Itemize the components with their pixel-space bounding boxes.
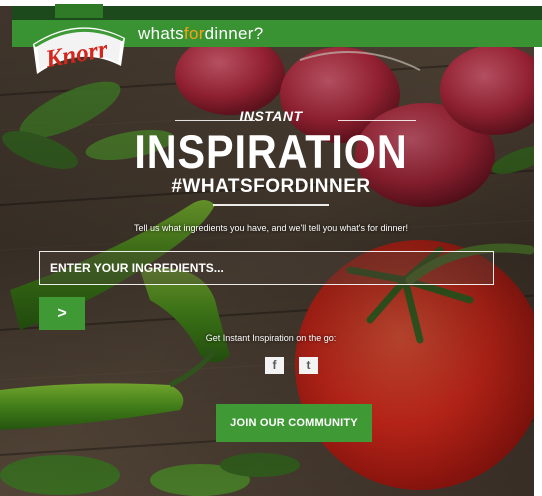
join-community-button[interactable]: JOIN OUR COMMUNITY bbox=[216, 404, 372, 442]
ingredients-input[interactable] bbox=[39, 251, 494, 285]
hashtag-underline bbox=[213, 204, 329, 206]
header-tagline: whatsfordinner? bbox=[138, 24, 264, 43]
page: whatsfordinner? Knorr INSTANT INSPIRATIO… bbox=[0, 0, 542, 496]
twitter-icon[interactable]: t bbox=[299, 357, 318, 374]
social-prompt: Get Instant Inspiration on the go: bbox=[205, 333, 337, 343]
hero-subtext: Tell us what ingredients you have, and w… bbox=[133, 223, 409, 233]
knorr-logo[interactable]: Knorr bbox=[27, 4, 131, 89]
hero-hashtag: #WHATSFORDINNER bbox=[171, 176, 371, 197]
hero-title: INSPIRATION bbox=[134, 125, 408, 178]
search-submit-button[interactable]: > bbox=[39, 297, 85, 330]
facebook-icon[interactable]: f bbox=[265, 357, 284, 374]
chevron-right-icon: > bbox=[57, 305, 67, 322]
